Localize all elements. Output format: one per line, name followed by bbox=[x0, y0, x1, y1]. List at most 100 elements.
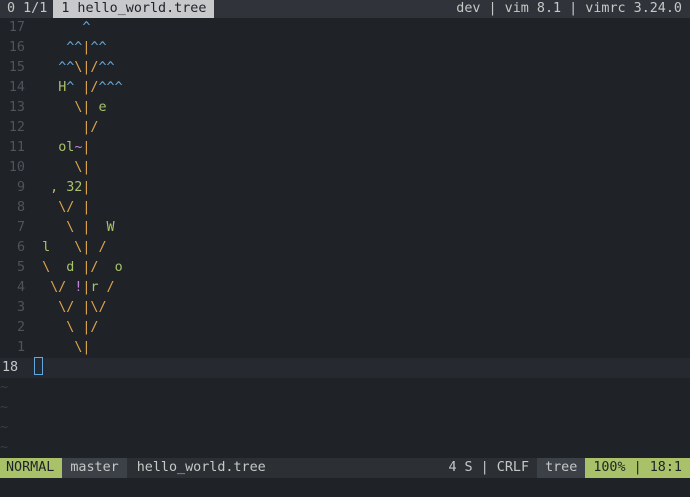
code-line[interactable]: 14 H^ |/^^^ bbox=[0, 78, 690, 98]
code-line[interactable]: 12 |/ bbox=[0, 118, 690, 138]
line-number: 5 bbox=[16, 260, 25, 275]
code-token: \ bbox=[42, 260, 51, 275]
code-token: e bbox=[90, 100, 107, 115]
line-content: ^^|^^ bbox=[34, 38, 107, 58]
tabline: 0 1/1 1 hello_world.tree dev | vim 8.1 |… bbox=[0, 0, 690, 18]
line-content: \/ |\/ bbox=[34, 298, 107, 318]
code-line[interactable]: 10 \| bbox=[0, 158, 690, 178]
line-content: \| e bbox=[34, 98, 107, 118]
line-number: 1 bbox=[16, 340, 25, 355]
line-number: 17 bbox=[8, 20, 25, 35]
line-content: \ d |/ o bbox=[34, 258, 123, 278]
code-token: ^^ bbox=[90, 40, 107, 55]
code-token: ^ bbox=[66, 80, 83, 95]
line-content bbox=[34, 357, 43, 378]
tab-hello-world[interactable]: 1 hello_world.tree bbox=[53, 0, 215, 18]
code-line[interactable]: 2 \ |/ bbox=[0, 318, 690, 338]
tilde-marker: ~ bbox=[0, 380, 9, 395]
empty-line: ~ bbox=[0, 378, 690, 398]
empty-line: ~ bbox=[0, 418, 690, 438]
code-token: \/ | bbox=[58, 200, 91, 215]
code-line[interactable]: 1 \| bbox=[0, 338, 690, 358]
code-token: \| bbox=[74, 340, 91, 355]
code-token: ^^ bbox=[58, 60, 75, 75]
code-token: \ | bbox=[66, 220, 91, 235]
line-number: 13 bbox=[8, 100, 25, 115]
line-content: \| bbox=[34, 338, 90, 358]
current-line[interactable]: 18 bbox=[0, 357, 690, 378]
line-content: \ |/ bbox=[34, 318, 99, 338]
code-token: |/ bbox=[82, 80, 99, 95]
code-token: |/ bbox=[82, 260, 99, 275]
cursor-position: 100% | 18:1 bbox=[585, 458, 690, 478]
git-branch: master bbox=[62, 458, 127, 478]
tabline-info: dev | vim 8.1 | vimrc 3.24.0 bbox=[456, 1, 682, 16]
line-content: \ | W bbox=[34, 218, 115, 238]
code-token: \/ bbox=[50, 280, 75, 295]
line-number: 12 bbox=[8, 120, 25, 135]
code-line[interactable]: 11 ol~| bbox=[0, 138, 690, 158]
code-token: ^^ bbox=[66, 40, 83, 55]
line-number: 2 bbox=[16, 320, 25, 335]
text-cursor bbox=[34, 357, 43, 375]
code-token: W bbox=[90, 220, 115, 235]
line-number: 7 bbox=[16, 220, 25, 235]
statusline: NORMAL master hello_world.tree 4 S | CRL… bbox=[0, 458, 690, 478]
tilde-marker: ~ bbox=[0, 420, 9, 435]
line-content: \/ !|r / bbox=[34, 278, 115, 298]
code-token: | bbox=[82, 140, 91, 155]
editor-buffer[interactable]: 17 ^ 16 ^^|^^ 15 ^^\|/^^ 14 H^ |/^^^ 13 \| e… bbox=[0, 18, 690, 458]
code-token: \ |/ bbox=[66, 320, 99, 335]
code-line[interactable]: 16 ^^|^^ bbox=[0, 38, 690, 58]
line-content: |/ bbox=[34, 118, 99, 138]
line-number: 4 bbox=[16, 280, 25, 295]
filename: hello_world.tree bbox=[136, 460, 266, 475]
line-number: 11 bbox=[8, 140, 25, 155]
tilde-marker: ~ bbox=[0, 400, 9, 415]
code-line[interactable]: 6 l \| / bbox=[0, 238, 690, 258]
code-token: \| / bbox=[50, 240, 107, 255]
code-line[interactable]: 3 \/ |\/ bbox=[0, 298, 690, 318]
code-token: \| bbox=[74, 160, 91, 175]
code-line[interactable]: 8 \/ | bbox=[0, 198, 690, 218]
line-content: \| bbox=[34, 158, 90, 178]
code-line[interactable]: 13 \| e bbox=[0, 98, 690, 118]
line-number: 10 bbox=[8, 160, 25, 175]
file-info: 4 S | CRLF bbox=[448, 460, 530, 475]
code-token: l bbox=[42, 240, 51, 255]
line-number: 9 bbox=[16, 180, 25, 195]
code-line[interactable]: 9 , 32| bbox=[0, 178, 690, 198]
line-content: ol~| bbox=[34, 138, 90, 158]
code-line[interactable]: 15 ^^\|/^^ bbox=[0, 58, 690, 78]
mode-indicator: NORMAL bbox=[0, 458, 63, 478]
line-content: , 32| bbox=[34, 178, 90, 198]
code-token: |/ bbox=[82, 120, 99, 135]
tab-count: 0 1/1 bbox=[7, 1, 48, 16]
line-content: \/ | bbox=[34, 198, 90, 218]
code-line[interactable]: 17 ^ bbox=[0, 18, 690, 38]
code-line[interactable]: 4 \/ !|r / bbox=[0, 278, 690, 298]
code-line[interactable]: 5 \ d |/ o bbox=[0, 258, 690, 278]
line-number: 8 bbox=[16, 200, 25, 215]
code-line[interactable]: 7 \ | W bbox=[0, 218, 690, 238]
empty-line: ~ bbox=[0, 398, 690, 418]
code-token: ol bbox=[58, 140, 75, 155]
code-token: \|/ bbox=[74, 60, 99, 75]
code-token: \/ |\/ bbox=[58, 300, 107, 315]
line-number: 6 bbox=[16, 240, 25, 255]
tilde-marker: ~ bbox=[0, 440, 9, 455]
current-line-number: 18 bbox=[2, 360, 19, 375]
code-token: | bbox=[82, 180, 91, 195]
empty-line: ~ bbox=[0, 438, 690, 458]
